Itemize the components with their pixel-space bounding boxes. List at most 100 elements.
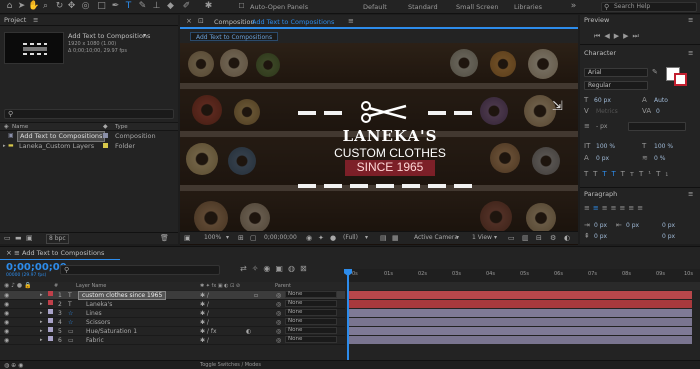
play-icon[interactable]: ▶ xyxy=(614,32,623,40)
previous-frame-icon[interactable]: ◀ xyxy=(604,32,613,40)
layer-switches-pane-icon[interactable]: ◍ ⊕ ◉ xyxy=(4,362,23,369)
home-icon[interactable]: ⌂ xyxy=(4,1,15,12)
timeline-tab[interactable]: × ≡ Add Text to Compositions xyxy=(0,247,140,259)
motion-blur-icon[interactable]: ◍ xyxy=(288,264,300,273)
color-icon[interactable]: ● xyxy=(330,232,336,244)
preview-title[interactable]: Preview xyxy=(584,16,609,24)
parent-dropdown[interactable]: None xyxy=(285,309,337,316)
project-item-row[interactable]: ▣ Add Text to Compositions Composition xyxy=(0,131,178,142)
parent-dropdown[interactable]: None xyxy=(285,318,337,325)
layer-duration-bar[interactable] xyxy=(349,300,692,308)
layer-name-header[interactable]: Layer Name xyxy=(76,282,106,290)
label-color-swatch[interactable] xyxy=(48,309,53,314)
auto-open-label[interactable]: Auto-Open Panels xyxy=(250,3,308,11)
collapse-switch-icon[interactable]: ✱ / xyxy=(200,291,209,300)
align-center-icon[interactable]: ≡ xyxy=(593,204,602,212)
layer-row[interactable]: ◉ ▸ 4 ☆ Scissors ✱ / ◎ None xyxy=(0,318,345,327)
work-area-bar[interactable] xyxy=(347,282,700,290)
parent-header[interactable]: Parent xyxy=(275,282,291,290)
mask-visibility-icon[interactable]: ▢ xyxy=(250,232,257,244)
visibility-icon[interactable]: ◉ xyxy=(4,300,9,309)
draft-3d-icon[interactable]: ✧ xyxy=(252,264,264,273)
superscript-icon[interactable]: T¹ xyxy=(639,170,656,178)
workspace-menu-icon[interactable]: » xyxy=(568,1,579,12)
new-folder-icon[interactable]: ▬ xyxy=(15,233,22,244)
expand-chevron-icon[interactable]: ▸ xyxy=(40,327,43,336)
font-style-dropdown[interactable]: Regular xyxy=(584,81,648,90)
parent-pickwhip-icon[interactable]: ◎ xyxy=(276,291,281,300)
collapse-switch-icon[interactable]: ✱ / fx xyxy=(200,327,217,336)
panel-menu-icon[interactable]: ≡ xyxy=(14,247,20,259)
frame-blending-icon[interactable]: ▣ xyxy=(275,264,288,273)
shape-tool-icon[interactable]: □ xyxy=(96,1,107,12)
shy-layers-icon[interactable]: ◉ xyxy=(263,264,275,273)
label-color-swatch[interactable] xyxy=(103,133,108,138)
panel-menu-icon[interactable]: ≡ xyxy=(688,48,693,59)
align-left-icon[interactable]: ≡ xyxy=(584,204,593,212)
project-title[interactable]: Project xyxy=(4,16,26,24)
layer-name[interactable]: Scissors xyxy=(86,318,110,327)
current-time-display[interactable]: 0;00;00;00 xyxy=(6,262,67,273)
visibility-icon[interactable]: ◉ xyxy=(4,336,9,345)
expand-chevron-icon[interactable]: ▸ xyxy=(40,300,43,309)
new-comp-icon[interactable]: ▣ xyxy=(26,233,33,244)
camera-dropdown[interactable]: Active Camera xyxy=(414,232,458,244)
parent-dropdown[interactable]: None xyxy=(285,300,337,307)
paragraph-title[interactable]: Paragraph xyxy=(584,190,617,198)
layer-duration-bar[interactable] xyxy=(349,318,692,326)
character-title[interactable]: Character xyxy=(584,49,616,57)
brush-tool-icon[interactable]: ✎ xyxy=(137,1,148,12)
layer-duration-bar[interactable] xyxy=(349,336,692,344)
pen-tool-icon[interactable]: ✒ xyxy=(110,1,121,12)
magnification-icon[interactable]: ▣ xyxy=(184,232,191,244)
tracking-value[interactable]: 0 xyxy=(656,108,660,115)
parent-pickwhip-icon[interactable]: ◎ xyxy=(276,318,281,327)
composition-tab[interactable]: × ⊡ Composition Add Text to Compositions… xyxy=(180,15,578,29)
chevron-down-icon[interactable]: ▾ xyxy=(456,232,459,244)
timeline-link-icon[interactable]: ⊟ xyxy=(536,232,542,244)
horizontal-scale-value[interactable]: 100 % xyxy=(654,143,673,150)
text-layer-custom-clothes[interactable]: CUSTOM CLOTHES xyxy=(290,146,490,160)
comp-timecode[interactable]: 0;00;00;00 xyxy=(264,232,297,244)
toggle-pixel-aspect-icon[interactable]: ▭ xyxy=(508,232,515,244)
rotate-tool-icon[interactable]: ↻ xyxy=(54,1,65,12)
snapshot-icon[interactable]: ◉ xyxy=(306,232,312,244)
label-color-column-icon[interactable]: ◆ xyxy=(103,123,108,131)
current-time-indicator[interactable] xyxy=(347,269,349,369)
type-column-header[interactable]: Type xyxy=(115,123,128,131)
panel-menu-icon[interactable]: ≡ xyxy=(33,15,38,26)
layer-name[interactable]: Lines xyxy=(86,309,102,318)
bit-depth-button[interactable]: 8 bpc xyxy=(46,234,69,244)
space-after-value[interactable]: 0 px xyxy=(662,233,675,240)
safe-zones-icon[interactable]: ⊞ xyxy=(238,232,244,244)
zoom-tool-icon[interactable]: ⌕ xyxy=(40,1,51,12)
layer-name[interactable]: Laneka's xyxy=(86,300,112,309)
panel-menu-icon[interactable]: ≡ xyxy=(688,15,693,26)
comp-mini-flowchart-icon[interactable]: ⇄ xyxy=(240,264,252,273)
layer-row[interactable]: ◉ ▸ 6 ▭ Fabric ✱ / ◎ None xyxy=(0,336,345,345)
workspace-small-screen[interactable]: Small Screen xyxy=(456,3,498,11)
layer-row[interactable]: ◉ ▸ 2 T Laneka's ✱ / ◎ None xyxy=(0,300,345,309)
workspace-libraries[interactable]: Libraries xyxy=(514,3,542,11)
stroke-type-dropdown[interactable] xyxy=(628,122,686,131)
justify-left-icon[interactable]: ≡ xyxy=(611,204,620,212)
pan-behind-icon[interactable]: ◎ xyxy=(80,1,91,12)
label-color-swatch[interactable] xyxy=(48,336,53,341)
collapse-switch-icon[interactable]: ✱ / xyxy=(200,300,209,309)
selected-item-dropdown-icon[interactable]: ▾ xyxy=(143,32,146,39)
parent-pickwhip-icon[interactable]: ◎ xyxy=(276,336,281,345)
name-column-header[interactable]: Name xyxy=(12,123,28,131)
parent-pickwhip-icon[interactable]: ◎ xyxy=(276,309,281,318)
text-layer-lanekas[interactable]: LANEKA'S xyxy=(300,127,480,145)
last-frame-icon[interactable]: ⏭ xyxy=(632,32,642,40)
show-channel-icon[interactable]: ✦ xyxy=(318,232,324,244)
leading-value[interactable]: Auto xyxy=(654,97,668,104)
layer-duration-bar[interactable] xyxy=(349,309,692,317)
adjustment-switch-icon[interactable]: ◐ xyxy=(246,327,251,336)
camera-tool-icon[interactable]: ✥ xyxy=(66,1,77,12)
label-color-swatch[interactable] xyxy=(48,318,53,323)
region-of-interest-icon[interactable]: ▤ xyxy=(380,232,387,244)
label-color-swatch[interactable] xyxy=(103,143,108,148)
motion-blur-switch-icon[interactable]: ▫ xyxy=(254,291,258,300)
chevron-down-icon[interactable]: ▾ xyxy=(365,232,368,244)
